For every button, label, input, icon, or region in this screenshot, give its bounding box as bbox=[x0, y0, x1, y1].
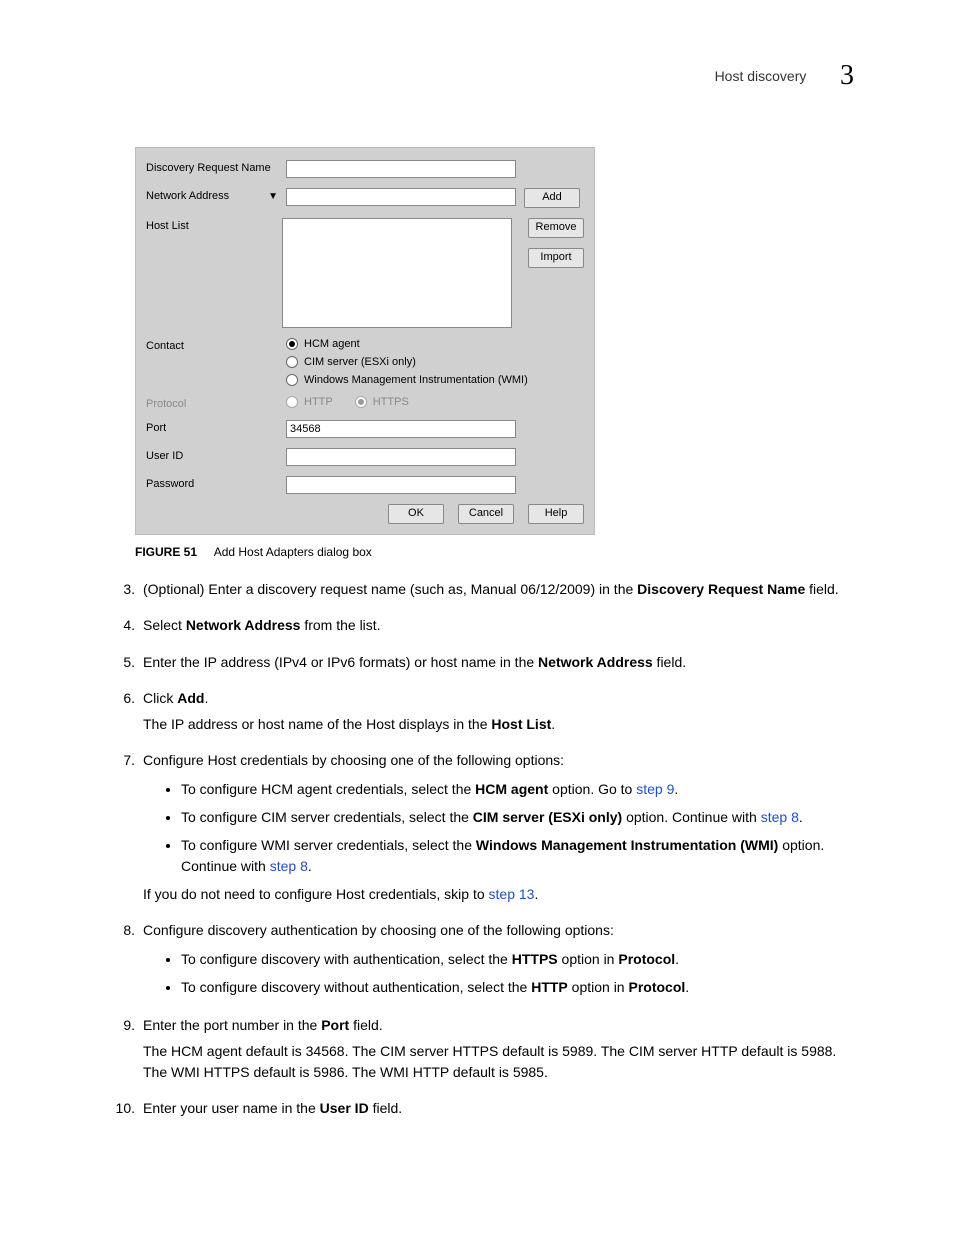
step-6: 6. Click Add. The IP address or host nam… bbox=[100, 688, 854, 741]
host-list-box[interactable] bbox=[282, 218, 512, 328]
port-label: Port bbox=[146, 420, 286, 434]
discovery-request-name-input[interactable] bbox=[286, 160, 516, 178]
ok-button[interactable]: OK bbox=[388, 504, 444, 524]
step-8-bullet-2: To configure discovery without authentic… bbox=[181, 977, 854, 997]
page-header: Host discovery 3 bbox=[100, 60, 854, 92]
step-8-bullet-1: To configure discovery with authenticati… bbox=[181, 949, 854, 969]
hcm-agent-radio[interactable] bbox=[286, 338, 298, 350]
link-step-8b[interactable]: step 8 bbox=[270, 858, 308, 874]
step-9: 9. Enter the port number in the Port fie… bbox=[100, 1015, 854, 1088]
header-title: Host discovery bbox=[715, 68, 807, 84]
link-step-13[interactable]: step 13 bbox=[489, 886, 535, 902]
step-8: 8. Configure discovery authentication by… bbox=[100, 920, 854, 1005]
step-3: 3. (Optional) Enter a discovery request … bbox=[100, 579, 854, 605]
step-7-bullet-2: To configure CIM server credentials, sel… bbox=[181, 807, 854, 827]
step-10: 10. Enter your user name in the User ID … bbox=[100, 1098, 854, 1124]
contact-label: Contact bbox=[146, 338, 286, 352]
protocol-label: Protocol bbox=[146, 396, 286, 410]
host-list-label: Host List bbox=[146, 218, 282, 232]
user-id-input[interactable] bbox=[286, 448, 516, 466]
http-radio-label: HTTP bbox=[304, 396, 333, 408]
link-step-9[interactable]: step 9 bbox=[636, 781, 674, 797]
cim-server-radio-label: CIM server (ESXi only) bbox=[304, 356, 416, 368]
page: Host discovery 3 Discovery Request Name … bbox=[0, 0, 954, 1235]
step-7-bullet-1: To configure HCM agent credentials, sele… bbox=[181, 779, 854, 799]
network-address-label: Network Address bbox=[146, 190, 229, 202]
http-radio bbox=[286, 396, 298, 408]
link-step-8[interactable]: step 8 bbox=[761, 809, 799, 825]
remove-button[interactable]: Remove bbox=[528, 218, 584, 238]
dropdown-icon[interactable]: ▼ bbox=[268, 191, 278, 202]
add-host-adapters-dialog: Discovery Request Name Network Address ▼… bbox=[135, 147, 595, 535]
step-7-bullet-3: To configure WMI server credentials, sel… bbox=[181, 835, 854, 876]
cancel-button[interactable]: Cancel bbox=[458, 504, 514, 524]
figure-number: FIGURE 51 bbox=[135, 545, 197, 559]
password-label: Password bbox=[146, 476, 286, 490]
https-radio bbox=[355, 396, 367, 408]
step-5: 5. Enter the IP address (IPv4 or IPv6 fo… bbox=[100, 652, 854, 678]
chapter-number: 3 bbox=[840, 60, 854, 92]
https-radio-label: HTTPS bbox=[373, 396, 409, 408]
add-button[interactable]: Add bbox=[524, 188, 580, 208]
import-button[interactable]: Import bbox=[528, 248, 584, 268]
port-input[interactable] bbox=[286, 420, 516, 438]
network-address-input[interactable] bbox=[286, 188, 516, 206]
help-button[interactable]: Help bbox=[528, 504, 584, 524]
wmi-radio[interactable] bbox=[286, 374, 298, 386]
user-id-label: User ID bbox=[146, 448, 286, 462]
step-7: 7. Configure Host credentials by choosin… bbox=[100, 750, 854, 910]
figure-caption-text: Add Host Adapters dialog box bbox=[214, 545, 372, 559]
password-input[interactable] bbox=[286, 476, 516, 494]
hcm-agent-radio-label: HCM agent bbox=[304, 338, 360, 350]
figure-caption: FIGURE 51 Add Host Adapters dialog box bbox=[135, 545, 854, 559]
step-4: 4. Select Network Address from the list. bbox=[100, 615, 854, 641]
discovery-request-name-label: Discovery Request Name bbox=[146, 160, 286, 174]
wmi-radio-label: Windows Management Instrumentation (WMI) bbox=[304, 374, 528, 386]
cim-server-radio[interactable] bbox=[286, 356, 298, 368]
